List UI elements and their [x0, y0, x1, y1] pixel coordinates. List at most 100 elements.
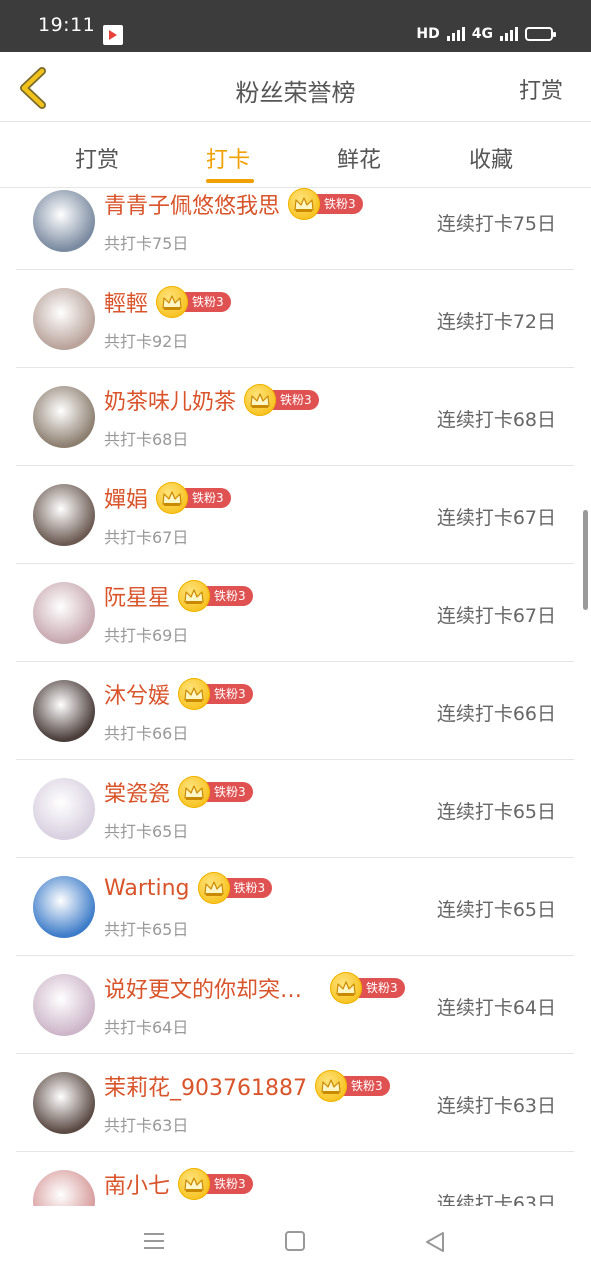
crown-icon	[197, 872, 230, 904]
fan-name[interactable]: 阮星星	[104, 580, 170, 612]
fan-name-line: 棠瓷瓷 铁粉3	[104, 776, 253, 808]
fan-name[interactable]: 南小七	[104, 1168, 170, 1200]
scrollbar[interactable]	[583, 510, 588, 610]
streak-checkin: 连续打卡72日	[436, 311, 556, 333]
fan-level-badge: 铁粉3	[314, 1070, 390, 1102]
fan-name[interactable]: 棠瓷瓷	[104, 776, 170, 808]
tab-indicator	[206, 179, 254, 183]
fan-row[interactable]: 阮星星 铁粉3 共打卡69日 连续打卡67日	[16, 564, 574, 662]
tab-flowers[interactable]: 鲜花	[337, 142, 381, 174]
status-bar: 19:11 HD 4G	[0, 0, 591, 52]
fan-name-line: Warting 铁粉3	[104, 872, 273, 904]
total-checkin: 共打卡65日	[104, 822, 189, 841]
total-checkin: 共打卡66日	[104, 724, 189, 743]
crown-icon	[156, 482, 189, 514]
crown-icon	[330, 972, 362, 1004]
fan-level-badge: 铁粉3	[244, 384, 319, 416]
fan-level-badge: 铁粉3	[178, 776, 253, 808]
avatar[interactable]	[33, 484, 95, 546]
streak-checkin: 连续打卡63日	[436, 1193, 556, 1206]
tab-bar: 打赏 打卡 鲜花 收藏	[0, 122, 591, 188]
fan-row[interactable]: 沐兮媛 铁粉3 共打卡66日 连续打卡66日	[16, 662, 574, 760]
fan-row[interactable]: 茉莉花_903761887 铁粉3 共打卡63日 连续打卡63日	[16, 1054, 574, 1152]
total-checkin: 共打卡63日	[104, 1116, 189, 1135]
fan-name[interactable]: Warting	[104, 876, 190, 901]
streak-checkin: 连续打卡64日	[436, 997, 556, 1019]
fan-name[interactable]: 沐兮媛	[104, 678, 170, 710]
fan-name[interactable]: 茉莉花_903761887	[104, 1070, 307, 1102]
fan-row[interactable]: 南小七 铁粉3 连续打卡63日	[16, 1152, 574, 1206]
avatar[interactable]	[33, 876, 95, 938]
hd-label: HD	[416, 26, 440, 42]
fan-name-line: 青青子佩悠悠我思 铁粉3	[104, 188, 363, 220]
streak-checkin: 连续打卡67日	[436, 605, 556, 627]
crown-icon	[244, 384, 277, 416]
fan-level-badge: 铁粉3	[178, 1168, 253, 1200]
total-checkin: 共打卡65日	[104, 920, 189, 939]
tab-favorites[interactable]: 收藏	[469, 142, 513, 174]
fan-row[interactable]: 奶茶味儿奶茶 铁粉3 共打卡68日 连续打卡68日	[16, 368, 574, 466]
back-triangle-icon[interactable]	[425, 1231, 445, 1253]
crown-icon	[178, 776, 211, 808]
crown-icon	[178, 580, 211, 612]
signal-icon	[446, 27, 465, 41]
crown-icon	[314, 1070, 347, 1102]
crown-icon	[288, 188, 321, 220]
fan-name-line: 说好更文的你却突… 铁粉3	[104, 972, 405, 1004]
fan-row[interactable]: 嬋娟 铁粉3 共打卡67日 连续打卡67日	[16, 466, 574, 564]
avatar[interactable]	[33, 778, 95, 840]
tab-checkin[interactable]: 打卡	[206, 142, 250, 174]
avatar[interactable]	[33, 288, 95, 350]
fan-name-line: 奶茶味儿奶茶 铁粉3	[104, 384, 319, 416]
fan-level-badge: 铁粉3	[178, 678, 253, 710]
avatar[interactable]	[33, 190, 95, 252]
tab-reward[interactable]: 打赏	[75, 142, 119, 174]
home-icon[interactable]	[285, 1231, 305, 1251]
avatar[interactable]	[33, 680, 95, 742]
streak-checkin: 连续打卡65日	[436, 801, 556, 823]
status-time: 19:11	[38, 14, 96, 36]
fan-name[interactable]: 輕輕	[104, 286, 148, 318]
total-checkin: 共打卡75日	[104, 234, 189, 253]
streak-checkin: 连续打卡68日	[436, 409, 556, 431]
app-header: 粉丝荣誉榜 打赏	[0, 52, 591, 122]
total-checkin: 共打卡92日	[104, 332, 189, 351]
avatar[interactable]	[33, 1170, 95, 1206]
battery-icon	[525, 27, 556, 41]
streak-checkin: 连续打卡63日	[436, 1095, 556, 1117]
fan-name-line: 茉莉花_903761887 铁粉3	[104, 1070, 390, 1102]
fan-level-badge: 铁粉3	[156, 482, 231, 514]
fan-level-badge: 铁粉3	[197, 872, 273, 904]
crown-icon	[178, 678, 211, 710]
crown-icon	[156, 286, 189, 318]
fan-row[interactable]: 青青子佩悠悠我思 铁粉3 共打卡75日 连续打卡75日	[16, 188, 574, 270]
total-checkin: 共打卡67日	[104, 528, 189, 547]
fan-level-badge: 铁粉3	[288, 188, 363, 220]
avatar[interactable]	[33, 974, 95, 1036]
reward-button[interactable]: 打赏	[519, 73, 563, 105]
avatar[interactable]	[33, 582, 95, 644]
status-icons: HD 4G	[416, 26, 556, 42]
menu-icon[interactable]	[143, 1231, 165, 1251]
network-label: 4G	[471, 26, 493, 42]
crown-icon	[178, 1168, 211, 1200]
fan-row[interactable]: 棠瓷瓷 铁粉3 共打卡65日 连续打卡65日	[16, 760, 574, 858]
fan-name[interactable]: 说好更文的你却突…	[104, 972, 322, 1004]
fan-name[interactable]: 嬋娟	[104, 482, 148, 514]
fan-list[interactable]: 青青子佩悠悠我思 铁粉3 共打卡75日 连续打卡75日 輕輕 铁粉3 共打卡92日 连续打卡7…	[0, 188, 591, 1206]
fan-row[interactable]: Warting 铁粉3 共打卡65日 连续打卡65日	[16, 858, 574, 956]
video-app-icon	[103, 25, 123, 45]
signal-icon	[500, 27, 518, 41]
avatar[interactable]	[33, 386, 95, 448]
fan-name[interactable]: 奶茶味儿奶茶	[104, 384, 236, 416]
fan-row[interactable]: 輕輕 铁粉3 共打卡92日 连续打卡72日	[16, 270, 574, 368]
fan-name[interactable]: 青青子佩悠悠我思	[104, 188, 280, 220]
fan-name-line: 嬋娟 铁粉3	[104, 482, 231, 514]
fan-level-badge: 铁粉3	[156, 286, 231, 318]
fan-level-badge: 铁粉3	[330, 972, 405, 1004]
avatar[interactable]	[33, 1072, 95, 1134]
fan-row[interactable]: 说好更文的你却突… 铁粉3 共打卡64日 连续打卡64日	[16, 956, 574, 1054]
streak-checkin: 连续打卡75日	[436, 213, 556, 235]
streak-checkin: 连续打卡65日	[436, 899, 556, 921]
total-checkin: 共打卡69日	[104, 626, 189, 645]
